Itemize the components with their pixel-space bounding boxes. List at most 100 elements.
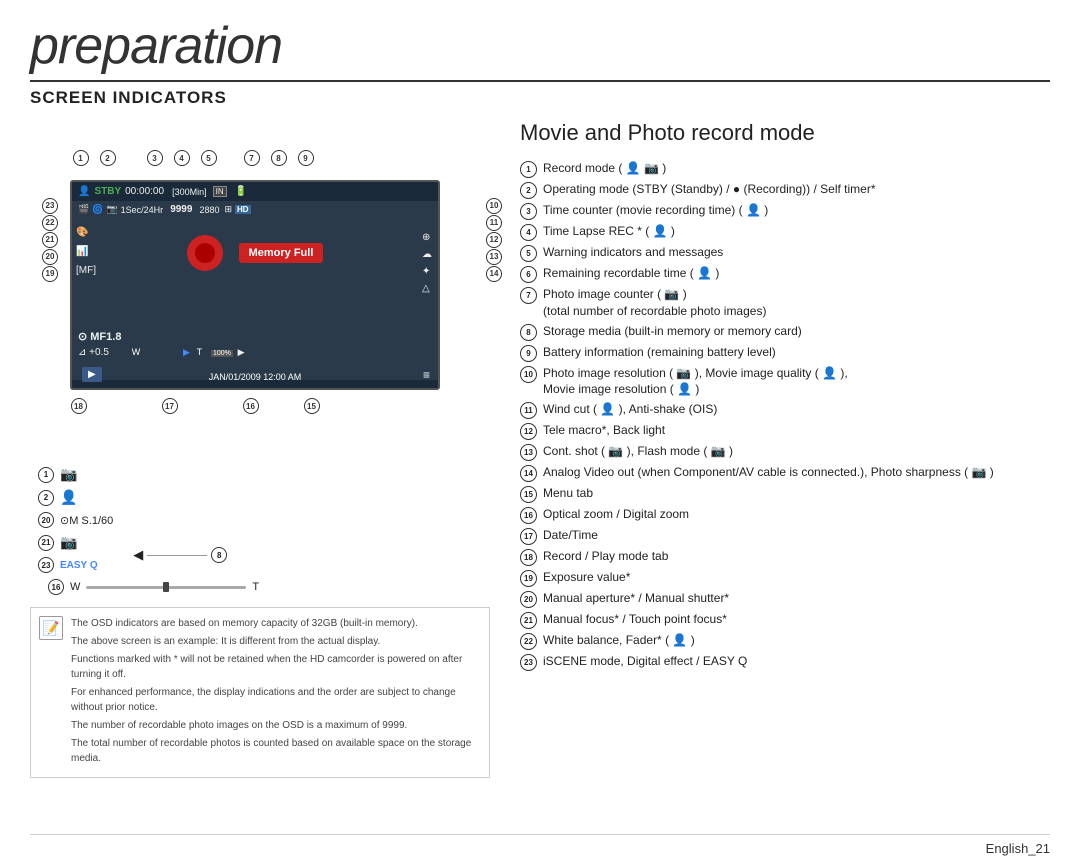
ind-15: 15 Menu tab [520, 485, 1050, 503]
notes-content: The OSD indicators are based on memory c… [71, 616, 479, 769]
wind-icon: 🌀 [92, 204, 103, 215]
num-20: 20 [38, 512, 54, 528]
callout-22-l: 22 [42, 215, 58, 231]
right-icon-2: ☁ [422, 249, 432, 260]
callout-13-r: 13 [486, 249, 502, 265]
play-button: ▶ [82, 367, 102, 382]
cam-left-icons: 🎨 📊 [MF] [76, 227, 96, 276]
ind-21: 21 Manual focus* / Touch point focus* [520, 611, 1050, 629]
ind-9: 9 Battery information (remaining battery… [520, 344, 1050, 362]
callout-16-b: 16 [243, 398, 259, 414]
callout-15-b: 15 [304, 398, 320, 414]
left-icon-1: 🎨 [76, 227, 96, 238]
callout-4: 4 [174, 150, 190, 166]
note-4: For enhanced performance, the display in… [71, 685, 479, 715]
left-icon-2: 📊 [76, 246, 96, 257]
icon-person: 👤 [60, 489, 77, 506]
num-2: 2 [38, 490, 54, 506]
num-1: 1 [38, 467, 54, 483]
below-item-1: 1 📷 [38, 466, 113, 483]
num-21: 21 [38, 535, 54, 551]
num-23: 23 [38, 557, 54, 573]
right-column: Movie and Photo record mode 1 Record mod… [510, 120, 1050, 830]
zoom-w-label: W [70, 581, 80, 593]
ind-19: 19 Exposure value* [520, 569, 1050, 587]
top-callouts: 1 2 3 4 5 [80, 150, 306, 166]
menu-icon: ≡ [423, 368, 430, 382]
num-8-side: 8 [211, 547, 227, 563]
callout-7: 7 [244, 150, 260, 166]
note-5: The number of recordable photo images on… [71, 718, 479, 733]
zoom-t-label: T [252, 581, 259, 593]
right-title: Movie and Photo record mode [520, 120, 1050, 146]
callout-19-l: 19 [42, 266, 58, 282]
battery-icon: 🔋 [235, 186, 247, 197]
hd-badge: HD [235, 205, 251, 214]
ind-18: 18 Record / Play mode tab [520, 548, 1050, 566]
aperture-row: ⊙ MF1.8 [78, 330, 121, 343]
icon-cam-inline: 📷 [644, 161, 659, 175]
in-badge: IN [213, 186, 227, 197]
callout-3: 3 [147, 150, 163, 166]
icon-focus: 📷 [60, 534, 77, 551]
note-2: The above screen is an example: It is di… [71, 634, 479, 649]
bottom-callouts: 18 17 16 15 [78, 398, 312, 408]
callout-17-b: 17 [162, 398, 178, 414]
date-time: JAN/01/2009 12:00 AM [209, 372, 302, 382]
below-item-20: 20 ⊙M S.1/60 [38, 512, 113, 528]
ind-12: 12 Tele macro*, Back light [520, 422, 1050, 440]
cam-row2: 🎬 🌀 📷 1Sec/24Hr 9999 2880 ⊞ HD [72, 201, 438, 218]
notes-icon: 📝 [39, 616, 63, 640]
bracket-info: [300Min] [172, 187, 207, 197]
warning-indicators-text: Warning indicators and messages [543, 244, 1050, 261]
language-label: English [986, 841, 1029, 856]
section-header: SCREEN INDICATORS [30, 80, 1050, 108]
ind-23: 23 iSCENE mode, Digital effect / EASY Q [520, 653, 1050, 671]
below-item-23: 23 EASY Q [38, 557, 113, 573]
arrow-icon: ◀ [133, 547, 143, 563]
page-title: preparation [30, 20, 1050, 80]
callout-1: 1 [73, 150, 89, 166]
ind-10: 10 Photo image resolution ( 📷 ), Movie i… [520, 365, 1050, 399]
ind-20: 20 Manual aperture* / Manual shutter* [520, 590, 1050, 608]
right-icon-3: ✦ [422, 266, 432, 277]
memory-full: Memory Full [239, 243, 324, 263]
exposure-row: ⊿ +0.5 W ▶ T 100% ▶ [78, 347, 245, 358]
notes-box: 📝 The OSD indicators are based on memory… [30, 607, 490, 778]
stby-label: STBY [94, 186, 121, 197]
ind-17: 17 Date/Time [520, 527, 1050, 545]
cam-right-icons: ⊕ ☁ ✦ △ [422, 232, 432, 294]
cam-top-row: 👤 STBY 00:00:00 [300Min] IN 🔋 [72, 182, 438, 201]
ind-11: 11 Wind cut ( 👤 ), Anti-shake (OIS) [520, 401, 1050, 419]
ind-4: 4 Time Lapse REC * ( 👤 ) [520, 223, 1050, 241]
zoom-slider-row: 16 W T [48, 579, 490, 595]
res-badge: 100% [211, 350, 233, 357]
quality-icon: ⊞ [224, 204, 232, 215]
page-footer: English _21 [30, 834, 1050, 856]
left-icon-3: [MF] [76, 265, 96, 276]
callout-23-l: 23 [42, 198, 58, 214]
ind-1: 1 Record mode ( 👤 📷 ) [520, 160, 1050, 178]
callout-14-r: 14 [486, 266, 502, 282]
shutter-icon: 📷 [106, 204, 117, 215]
ind-5: 5 Warning indicators and messages [520, 244, 1050, 262]
ind-14: 14 Analog Video out (when Component/AV c… [520, 464, 1050, 482]
right-callouts: 10 11 12 13 [486, 205, 502, 274]
callout-18-b: 18 [71, 398, 87, 414]
ind-6: 6 Remaining recordable time ( 👤 ) [520, 265, 1050, 283]
note-6: The total number of recordable photos is… [71, 736, 479, 766]
record-symbol [187, 235, 223, 271]
left-column: 1 2 3 4 5 [30, 120, 490, 830]
right-icon-1: ⊕ [422, 232, 432, 243]
ind-2: 2 Operating mode (STBY (Standby) / ● (Re… [520, 181, 1050, 199]
scene-icon: 🎬 [78, 204, 89, 215]
indicators-list: 1 Record mode ( 👤 📷 ) 2 Operating mode (… [520, 160, 1050, 671]
below-item-21: 21 📷 [38, 534, 113, 551]
callout-10-r: 10 [486, 198, 502, 214]
icon-camera: 📷 [60, 466, 77, 483]
timecode: 00:00:00 [125, 186, 164, 197]
ind-3: 3 Time counter (movie recording time) ( … [520, 202, 1050, 220]
num-16: 16 [48, 579, 64, 595]
note-3: Functions marked with * will not be reta… [71, 652, 479, 682]
callout-5: 5 [201, 150, 217, 166]
